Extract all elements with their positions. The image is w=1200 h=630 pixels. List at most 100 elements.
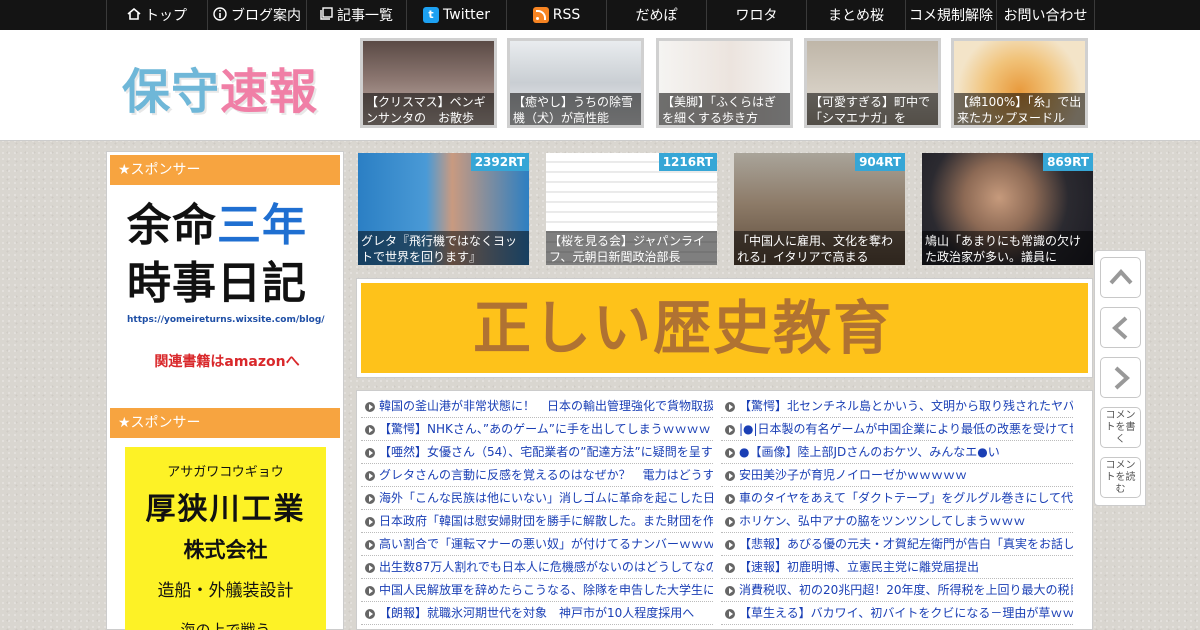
header-thumb-article[interactable]: 【癒やし】うちの除雪機（犬）が高性能 <box>507 38 644 128</box>
list-item[interactable]: 日本政府「韓国は慰安婦財団を勝手に解散した。また財団を作 <box>361 510 713 533</box>
list-item[interactable]: 【朗報】就職氷河期世代を対象 神戸市が10人程度採用へ <box>361 602 713 625</box>
ad-company-type: 株式会社 <box>183 537 268 562</box>
top-nav: トップ ブログ案内 記事一覧 t Twitter RSS だめぽ ワロタ まとめ桜… <box>0 0 1200 30</box>
thumb-caption: 【綿100%】「糸」で出来たカップヌードル <box>954 93 1085 125</box>
thumb-caption: 鳩山「あまりにも常識の欠けた政治家が多い。議員に <box>922 231 1093 265</box>
sponsor-heading: ★スポンサー <box>110 155 340 185</box>
list-item[interactable]: 消費税収、初の20兆円超！20年度、所得税を上回り最大の税目 <box>721 579 1073 602</box>
ad-company-tag: 海の上で戦う <box>180 621 271 630</box>
ad-title-part: 余命 <box>127 200 217 251</box>
ad-title-line-1: 余命三年 <box>127 197 327 255</box>
logo-text-1: 保守 <box>122 64 221 120</box>
ad-title-line-2: 時事日記 <box>127 258 307 309</box>
logo-text-2: 速報 <box>220 64 319 120</box>
list-item[interactable]: 高い割合で「運転マナーの悪い奴」が付けてるナンバーｗｗｗ <box>361 533 713 556</box>
sponsor-ad-asagawa[interactable]: アサガワコウギョウ 厚狭川工業 株式会社 造船・外艤装設計 海の上で戦う <box>125 447 326 630</box>
thumb-caption: 【癒やし】うちの除雪機（犬）が高性能 <box>510 93 641 125</box>
thumb-caption: グレタ『飛行機ではなくヨットで世界を回ります』 <box>358 231 529 265</box>
write-comment-button[interactable]: コメントを書く <box>1100 407 1141 448</box>
next-button[interactable] <box>1100 357 1141 398</box>
list-icon <box>320 7 333 23</box>
list-item[interactable]: グレタさんの言動に反感を覚えるのはなぜか？ 電力はどうす <box>361 464 713 487</box>
list-item[interactable]: 【驚愕】北センチネル島とかいう、文明から取り残されたヤバ <box>721 395 1073 418</box>
rt-thumb-article[interactable]: 2392RT グレタ『飛行機ではなくヨットで世界を回ります』 <box>358 153 529 265</box>
nav-label: ワロタ <box>735 8 778 24</box>
rt-thumb-article[interactable]: 869RT 鳩山「あまりにも常識の欠けた政治家が多い。議員に <box>922 153 1093 265</box>
rt-count-badge: 1216RT <box>658 153 717 171</box>
rt-thumb-article[interactable]: 1216RT 【桜を見る会】ジャパンライフ、元朝日新聞政治部長 <box>546 153 717 265</box>
banner-text: 正しい歴史教育 <box>361 283 1088 373</box>
list-item[interactable]: 【驚愕】NHKさん、”あのゲーム”に手を出してしまうｗｗｗｗ <box>361 418 713 441</box>
nav-label: だめぽ <box>635 8 678 24</box>
nav-label: お問い合わせ <box>1003 8 1088 24</box>
nav-item-damepo[interactable]: だめぽ <box>606 0 706 30</box>
rss-icon <box>532 7 549 23</box>
list-item[interactable]: 【速報】初鹿明博、立憲民主党に離党届提出 <box>721 556 1073 579</box>
rt-count-badge: 904RT <box>855 153 905 171</box>
info-icon <box>213 6 227 24</box>
chevron-right-icon <box>1114 366 1130 389</box>
thumb-caption: 【クリスマス】ペンギンサンタの お散歩 <box>363 93 494 125</box>
ad-company-name: 厚狭川工業 <box>145 492 306 527</box>
site-logo[interactable]: 保守速報 <box>122 52 322 120</box>
chevron-up-icon <box>1109 268 1132 284</box>
header-thumb-article[interactable]: 【美脚】「ふくらはぎを細くする歩き方 <box>656 38 793 128</box>
thumb-caption: 【可愛すぎる】町中で「シマエナガ」を <box>807 93 938 125</box>
ad-url: https://yomeireturns.wixsite.com/blog/ <box>127 315 325 325</box>
nav-label: 記事一覧 <box>337 8 393 24</box>
nav-item-rss[interactable]: RSS <box>506 0 606 30</box>
site-header: 保守速報 【クリスマス】ペンギンサンタの お散歩 【癒やし】うちの除雪機（犬）が… <box>0 30 1200 141</box>
thumb-caption: 【桜を見る会】ジャパンライフ、元朝日新聞政治部長 <box>546 231 717 265</box>
sponsor-heading: ★スポンサー <box>110 408 340 438</box>
list-item[interactable]: 韓国の釜山港が非常状態に！ 日本の輸出管理強化で貨物取扱 <box>361 395 713 418</box>
previous-button[interactable] <box>1100 307 1141 348</box>
nav-label: トップ <box>145 8 187 24</box>
nav-label: まとめ桜 <box>828 8 884 24</box>
ad-title-part-blue: 三年 <box>217 200 307 251</box>
rt-thumb-article[interactable]: 904RT 「中国人に雇用、文化を奪われる」イタリアで高まる <box>734 153 905 265</box>
top-nav-items: トップ ブログ案内 記事一覧 t Twitter RSS だめぽ ワロタ まとめ桜… <box>106 0 1095 30</box>
nav-item-comment-unban[interactable]: コメ規制解除 <box>905 0 996 30</box>
nav-label: コメ規制解除 <box>909 8 993 24</box>
history-banner[interactable]: 正しい歴史教育 <box>356 278 1093 378</box>
list-item[interactable]: 出生数87万人割れでも日本人に危機感がないのはどうしてなの <box>361 556 713 579</box>
twitter-icon: t <box>423 7 440 23</box>
nav-item-twitter[interactable]: t Twitter <box>406 0 506 30</box>
thumb-caption: 「中国人に雇用、文化を奪われる」イタリアで高まる <box>734 231 905 265</box>
write-comment-label: コメントを書く <box>1105 409 1136 445</box>
link-column-left: 韓国の釜山港が非常状態に！ 日本の輸出管理強化で貨物取扱 【驚愕】NHKさん、”… <box>361 395 713 625</box>
list-item[interactable]: |●|日本製の有名ゲームが中国企業により最低の改悪を受けて世 <box>721 418 1073 441</box>
list-item[interactable]: ホリケン、弘中アナの脇をツンツンしてしまうｗｗｗ <box>721 510 1073 533</box>
rt-count-badge: 869RT <box>1043 153 1093 171</box>
read-comment-button[interactable]: コメントを読む <box>1100 457 1141 498</box>
header-thumb-article[interactable]: 【綿100%】「糸」で出来たカップヌードル <box>951 38 1088 128</box>
nav-item-blog-guide[interactable]: ブログ案内 <box>207 0 306 30</box>
sponsor-ad-yomei[interactable]: 余命三年 時事日記 https://yomeireturns.wixsite.c… <box>127 197 327 387</box>
ad-company-desc: 造船・外艤装設計 <box>157 581 294 601</box>
nav-item-article-list[interactable]: 記事一覧 <box>306 0 406 30</box>
nav-item-top[interactable]: トップ <box>106 0 207 30</box>
scroll-top-button[interactable] <box>1100 257 1141 298</box>
list-item[interactable]: 中国人民解放軍を辞めたらこうなる、除隊を申告した大学生に <box>361 579 713 602</box>
list-item[interactable]: 車のタイヤをあえて「ダクトテープ」をグルグル巻きにして代 <box>721 487 1073 510</box>
nav-label: ブログ案内 <box>231 8 301 24</box>
list-item[interactable]: ●【画像】陸上部JDさんのおケツ、みんなエ●い <box>721 441 1073 464</box>
list-item[interactable]: 【草生える】バカワイ、初バイトをクビになる－理由が草ｗｗ <box>721 602 1073 625</box>
nav-item-matome-sakura[interactable]: まとめ桜 <box>806 0 905 30</box>
ad-company-kana: アサガワコウギョウ <box>167 465 284 480</box>
list-item[interactable]: 海外「こんな民族は他にいない」消しゴムに革命を起こした日 <box>361 487 713 510</box>
list-item[interactable]: 【悲報】あびる優の元夫・才賀紀左衛門が告白「真実をお話し <box>721 533 1073 556</box>
nav-item-warota[interactable]: ワロタ <box>706 0 806 30</box>
nav-item-contact[interactable]: お問い合わせ <box>996 0 1095 30</box>
list-item[interactable]: 【唖然】女優さん（54）、宅配業者の”配達方法”に疑問を呈す <box>361 441 713 464</box>
header-thumb-article[interactable]: 【クリスマス】ペンギンサンタの お散歩 <box>360 38 497 128</box>
ad-amazon-link[interactable]: 関連書籍はamazonへ <box>127 351 327 371</box>
rt-count-badge: 2392RT <box>470 153 529 171</box>
sidebar: ★スポンサー 余命三年 時事日記 https://yomeireturns.wi… <box>106 151 344 630</box>
list-item[interactable]: 安田美沙子が育児ノイローゼかｗｗｗｗｗ <box>721 464 1073 487</box>
thumb-caption: 【美脚】「ふくらはぎを細くする歩き方 <box>659 93 790 125</box>
read-comment-label: コメントを読む <box>1105 459 1136 495</box>
floating-nav-bar: コメントを書く コメントを読む <box>1094 250 1146 506</box>
header-thumb-article[interactable]: 【可愛すぎる】町中で「シマエナガ」を <box>804 38 941 128</box>
chevron-left-icon <box>1111 316 1127 339</box>
